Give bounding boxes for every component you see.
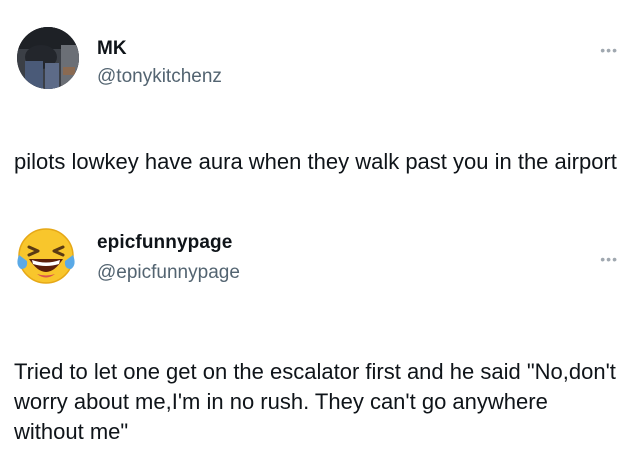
avatar[interactable] [15, 225, 77, 287]
tweet-text: Tried to let one get on the escalator fi… [14, 359, 616, 444]
more-horizontal-icon[interactable]: ••• [600, 252, 618, 266]
laughing-tears-emoji-icon [15, 225, 77, 287]
user-handle[interactable]: @epicfunnypage [97, 262, 240, 284]
tweet-reply: epicfunnypage @epicfunnypage ••• Tried t… [0, 0, 640, 469]
display-name[interactable]: epicfunnypage [97, 232, 232, 254]
